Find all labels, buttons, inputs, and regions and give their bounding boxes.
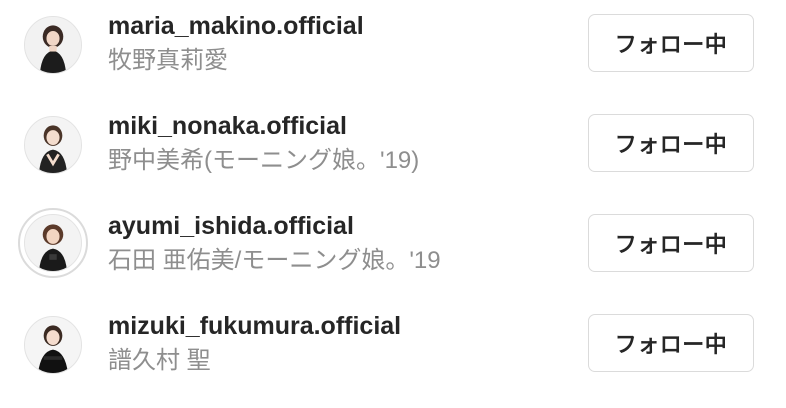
profile-photo-icon	[24, 116, 82, 174]
user-row: mizuki_fukumura.official 譜久村 聖 フォロー中	[0, 300, 786, 400]
profile-photo-icon	[24, 214, 82, 272]
profile-photo-icon	[24, 316, 82, 374]
full-name: 譜久村 聖	[108, 347, 211, 374]
profile-photo-icon	[24, 16, 82, 74]
username[interactable]: maria_makino.official	[108, 10, 364, 42]
username[interactable]: miki_nonaka.official	[108, 110, 419, 142]
user-row: maria_makino.official 牧野真莉愛 フォロー中	[0, 0, 786, 100]
following-button[interactable]: フォロー中	[588, 314, 754, 372]
full-name: 野中美希(モーニング娘。'19)	[108, 147, 420, 174]
username[interactable]: mizuki_fukumura.official	[108, 310, 401, 342]
user-row: miki_nonaka.official 野中美希(モーニング娘。'19) フォ…	[0, 100, 786, 200]
following-button[interactable]: フォロー中	[588, 214, 754, 272]
full-name: 牧野真莉愛	[108, 47, 228, 74]
avatar[interactable]	[23, 315, 83, 375]
avatar[interactable]	[23, 15, 83, 75]
following-button[interactable]: フォロー中	[588, 14, 754, 72]
user-row: ayumi_ishida.official 石田 亜佑美/モーニング娘。'19 …	[0, 200, 786, 300]
avatar[interactable]	[23, 115, 83, 175]
full-name: 石田 亜佑美/モーニング娘。'19	[108, 247, 441, 274]
following-button[interactable]: フォロー中	[588, 114, 754, 172]
avatar[interactable]	[18, 208, 88, 278]
username[interactable]: ayumi_ishida.official	[108, 210, 441, 242]
